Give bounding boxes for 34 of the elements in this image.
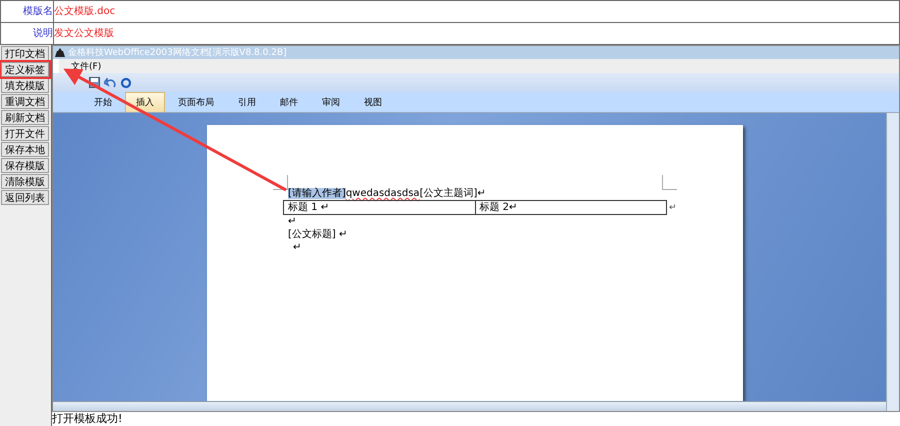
toolbar-button[interactable]: 刷新文档 — [1, 110, 49, 125]
field-label: 说明 — [1, 23, 54, 44]
vertical-scrollbar[interactable] — [886, 113, 899, 411]
field-label: 模版名 — [1, 1, 54, 22]
undo-icon[interactable] — [104, 78, 116, 88]
field-value: 公文模版.doc — [54, 4, 116, 19]
toolbar-button[interactable]: 打印文档 — [1, 46, 49, 61]
field-value: 发文公文模版 — [54, 26, 114, 41]
app-icon — [55, 48, 65, 57]
ribbon-tab[interactable]: 开始 — [83, 92, 123, 112]
toolbar-button[interactable]: 清除模版 — [1, 174, 49, 189]
ribbon-tab[interactable]: 邮件 — [269, 92, 309, 112]
ribbon-tab[interactable]: 视图 — [353, 92, 393, 112]
toolbar-button[interactable]: 填充模版 — [1, 78, 49, 93]
paragraph-mark: ↵ — [669, 202, 677, 212]
table-cell-text: 标题 1 ↵ — [287, 201, 330, 214]
ribbon-tab[interactable]: 引用 — [227, 92, 267, 112]
horizontal-scrollbar[interactable] — [53, 401, 886, 411]
document-line: [公文标题] ↵ — [287, 228, 348, 241]
ribbon-tab[interactable]: 审阅 — [311, 92, 351, 112]
document-line: [请输入作者]qwedasdasdsa[公文主题词]↵ — [287, 187, 487, 200]
ribbon-tab[interactable]: 页面布局 — [167, 92, 225, 112]
document-line: ↵ — [287, 215, 298, 228]
toolbar-button[interactable]: 保存模版 — [1, 158, 49, 173]
toolbar-button[interactable]: 保存本地 — [1, 142, 49, 157]
toolbar-button[interactable]: 定义标签 — [1, 62, 49, 77]
status-message: 打开模板成功! — [52, 412, 124, 426]
toolbar-button[interactable]: 重调文档 — [1, 94, 49, 109]
ribbon-tab[interactable]: 插入 — [125, 92, 165, 112]
toolbar-button[interactable]: 返回列表 — [1, 190, 49, 205]
window-title: 金格科技WebOffice2003网络文档[演示版V8.8.0.2B] — [68, 46, 287, 59]
toolbar-button[interactable]: 打开文件 — [1, 126, 49, 141]
table-cell: 标题 2↵ — [474, 201, 666, 214]
document-line: ↵ — [292, 241, 302, 254]
